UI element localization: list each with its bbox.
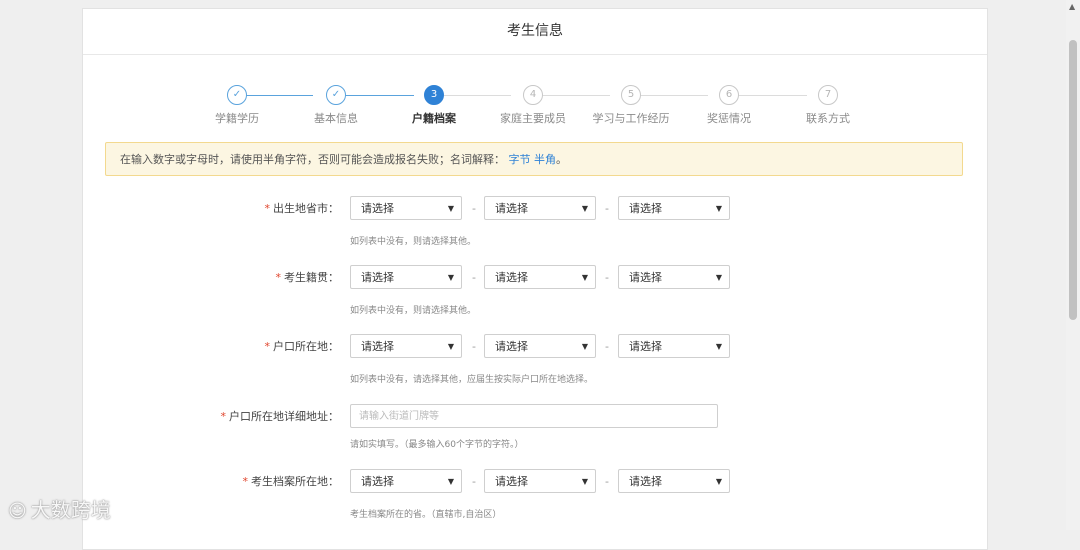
dropdown-arrow-icon: ▼ [715, 342, 722, 351]
hukou-address-label: * 户口所在地详细地址： [220, 410, 340, 423]
scroll-up-arrow-icon[interactable]: ▲ [1069, 2, 1075, 11]
separator: - [605, 340, 609, 353]
check-icon: ✓ [326, 85, 346, 105]
separator: - [605, 271, 609, 284]
birthplace-hint: 如列表中没有，则请选择其他。 [350, 237, 477, 247]
watermark: ☺ 大数跨境 [8, 494, 111, 523]
dropdown-arrow-icon: ▼ [581, 477, 588, 486]
page-title: 考生信息 [83, 9, 987, 55]
step-rewards[interactable]: 6 奖惩情况 [679, 85, 779, 126]
step-number: 6 [719, 85, 739, 105]
birthplace-county-select[interactable]: 请选择 ▼ [618, 196, 730, 220]
archive-city-select[interactable]: 请选择 ▼ [484, 469, 596, 493]
hukou-location-hint: 如列表中没有，请选择其他，应届生按实际户口所在地选择。 [350, 375, 594, 385]
byte-link[interactable]: 字节 [509, 153, 531, 166]
dropdown-arrow-icon: ▼ [581, 273, 588, 282]
step-progress: ✓ 学籍学历 ✓ 基本信息 3 户籍档案 4 家庭主要成员 5 学习与工作经历 … [83, 85, 987, 125]
scrollbar-thumb[interactable] [1069, 40, 1077, 320]
separator: - [605, 475, 609, 488]
hukou-city-select[interactable]: 请选择 ▼ [484, 334, 596, 358]
notice-end: 。 [556, 153, 567, 166]
separator: - [472, 340, 476, 353]
hukou-location-label: * 户口所在地： [264, 340, 340, 353]
birthplace-row: * 出生地省市： 请选择 ▼ - 请选择 ▼ - 请选择 ▼ [83, 196, 987, 222]
watermark-logo-icon: ☺ [8, 501, 27, 522]
required-mark: * [275, 271, 282, 284]
step-label: 学习与工作经历 [592, 112, 670, 125]
step-label: 家庭主要成员 [500, 112, 566, 125]
step-number: 7 [818, 85, 838, 105]
birthplace-province-select[interactable]: 请选择 ▼ [350, 196, 462, 220]
step-study-work[interactable]: 5 学习与工作经历 [581, 85, 681, 126]
dropdown-arrow-icon: ▼ [447, 273, 454, 282]
native-county-select[interactable]: 请选择 ▼ [618, 265, 730, 289]
native-city-select[interactable]: 请选择 ▼ [484, 265, 596, 289]
halfwidth-link[interactable]: 半角 [534, 153, 556, 166]
dropdown-arrow-icon: ▼ [715, 204, 722, 213]
step-label: 学籍学历 [215, 112, 259, 125]
step-label: 奖惩情况 [707, 112, 751, 125]
native-place-row: * 考生籍贯： 请选择 ▼ - 请选择 ▼ - 请选择 ▼ [83, 265, 987, 291]
hukou-province-select[interactable]: 请选择 ▼ [350, 334, 462, 358]
archive-province-select[interactable]: 请选择 ▼ [350, 469, 462, 493]
separator: - [472, 202, 476, 215]
separator: - [605, 202, 609, 215]
required-mark: * [242, 475, 249, 488]
archive-county-select[interactable]: 请选择 ▼ [618, 469, 730, 493]
separator: - [472, 475, 476, 488]
form-panel: 考生信息 ✓ 学籍学历 ✓ 基本信息 3 户籍档案 4 家庭主要成员 5 学习与… [82, 8, 988, 550]
step-basic-info[interactable]: ✓ 基本信息 [286, 85, 386, 126]
step-label: 基本信息 [314, 112, 358, 125]
dropdown-arrow-icon: ▼ [581, 204, 588, 213]
step-household-archive[interactable]: 3 户籍档案 [384, 85, 484, 126]
step-label: 联系方式 [806, 112, 850, 125]
native-place-label: * 考生籍贯： [275, 271, 340, 284]
step-family-members[interactable]: 4 家庭主要成员 [483, 85, 583, 126]
archive-location-hint: 考生档案所在的省。（直辖市,自治区） [350, 510, 502, 520]
dropdown-arrow-icon: ▼ [447, 477, 454, 486]
separator: - [472, 271, 476, 284]
dropdown-arrow-icon: ▼ [581, 342, 588, 351]
hukou-address-input[interactable] [350, 404, 718, 428]
native-province-select[interactable]: 请选择 ▼ [350, 265, 462, 289]
step-label: 户籍档案 [412, 112, 456, 125]
check-icon: ✓ [227, 85, 247, 105]
archive-location-row: * 考生档案所在地： 请选择 ▼ - 请选择 ▼ - 请选择 ▼ [83, 469, 987, 495]
step-number: 3 [424, 85, 444, 105]
birthplace-label: * 出生地省市： [264, 202, 340, 215]
required-mark: * [220, 410, 227, 423]
hukou-location-row: * 户口所在地： 请选择 ▼ - 请选择 ▼ - 请选择 ▼ [83, 334, 987, 360]
hukou-county-select[interactable]: 请选择 ▼ [618, 334, 730, 358]
notice-text: 在输入数字或字母时，请使用半角字符，否则可能会造成报名失败；名词解释： [120, 153, 505, 166]
step-contact[interactable]: 7 联系方式 [778, 85, 878, 126]
birthplace-city-select[interactable]: 请选择 ▼ [484, 196, 596, 220]
dropdown-arrow-icon: ▼ [447, 204, 454, 213]
required-mark: * [264, 202, 271, 215]
hukou-address-row: * 户口所在地详细地址： [83, 404, 987, 430]
watermark-text: 大数跨境 [30, 498, 111, 522]
dropdown-arrow-icon: ▼ [715, 477, 722, 486]
hukou-address-hint: 请如实填写。（最多输入60个字节的字符。） [350, 440, 524, 450]
step-education[interactable]: ✓ 学籍学历 [187, 85, 287, 126]
dropdown-arrow-icon: ▼ [715, 273, 722, 282]
required-mark: * [264, 340, 271, 353]
dropdown-arrow-icon: ▼ [447, 342, 454, 351]
step-number: 4 [523, 85, 543, 105]
archive-location-label: * 考生档案所在地： [242, 475, 340, 488]
native-place-hint: 如列表中没有，则请选择其他。 [350, 306, 477, 316]
step-number: 5 [621, 85, 641, 105]
page-scrollbar[interactable]: ▲ [1066, 0, 1080, 530]
halfwidth-notice: 在输入数字或字母时，请使用半角字符，否则可能会造成报名失败；名词解释： 字节 半… [105, 142, 963, 176]
